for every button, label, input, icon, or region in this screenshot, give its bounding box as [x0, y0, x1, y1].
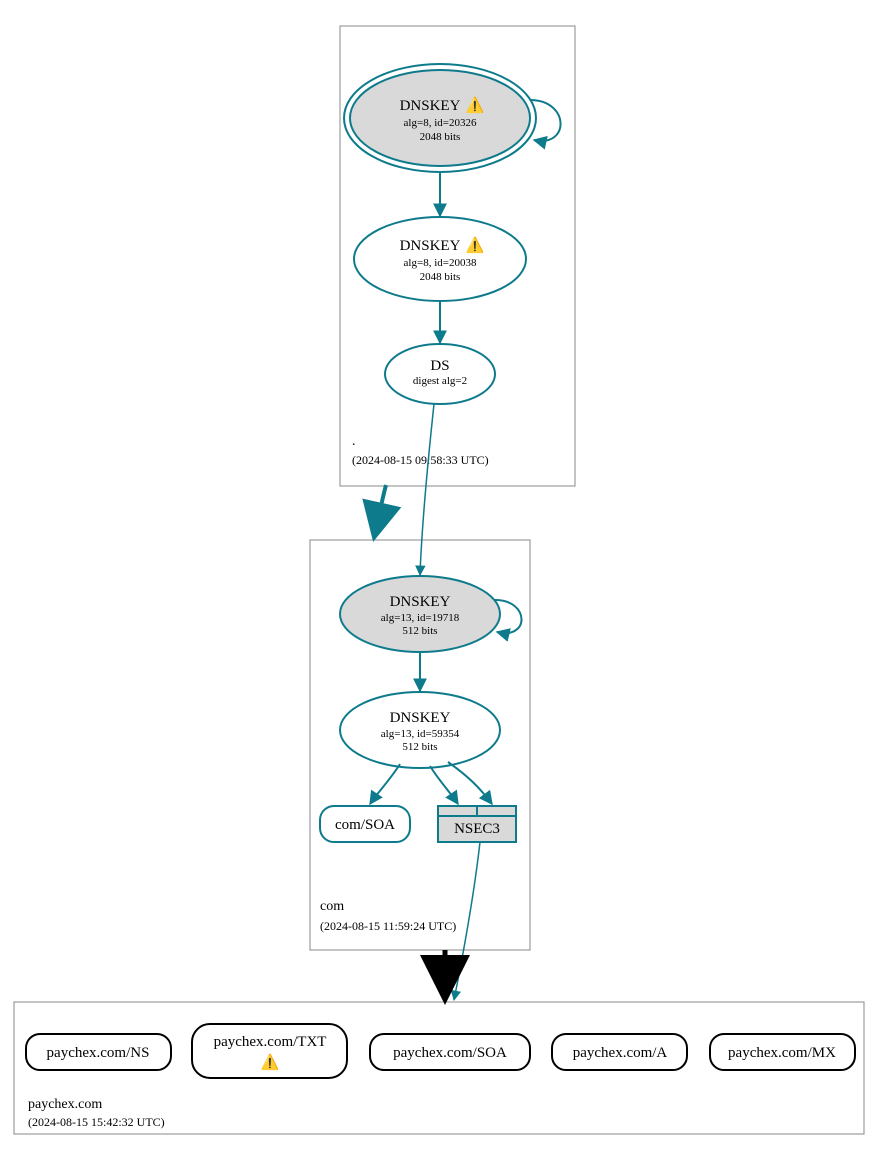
root-zone-time: (2024-08-15 09:58:33 UTC) [352, 453, 489, 467]
root-ds-alg: digest alg=2 [413, 375, 467, 387]
leaf-zone-label: paychex.com [28, 1097, 102, 1112]
edge-com-zsk-soa [370, 764, 400, 804]
edge-nsec3-to-leaf [454, 842, 480, 1000]
com-soa-title: com/SOA [335, 817, 395, 833]
edge-ds-to-com-ksk [420, 404, 434, 575]
leaf-mx-node: paychex.com/MX [710, 1034, 855, 1070]
leaf-txt-title: paychex.com/TXT [214, 1034, 327, 1050]
root-ksk-title: DNSKEY [400, 98, 461, 114]
zone-root: DNSKEY ⚠️ alg=8, id=20326 2048 bits DNSK… [340, 26, 575, 486]
edge-com-zsk-nsec3-1 [430, 766, 458, 804]
com-zsk-alg: alg=13, id=59354 [381, 728, 460, 740]
com-zsk-bits: 512 bits [402, 741, 437, 753]
leaf-txt-node: paychex.com/TXT ⚠️ [192, 1024, 347, 1078]
root-zsk-bits: 2048 bits [420, 271, 461, 283]
com-zsk-title: DNSKEY [390, 710, 451, 726]
root-ds-node: DS digest alg=2 [385, 344, 495, 404]
edge-root-to-com-zone [374, 485, 386, 538]
root-zsk-title: DNSKEY [400, 238, 461, 254]
leaf-a-node: paychex.com/A [552, 1034, 687, 1070]
leaf-mx-title: paychex.com/MX [728, 1045, 836, 1061]
warning-icon: ⚠️ [261, 1053, 280, 1071]
root-zsk-node: DNSKEY ⚠️ alg=8, id=20038 2048 bits [354, 217, 526, 301]
root-ksk-node: DNSKEY ⚠️ alg=8, id=20326 2048 bits [344, 64, 536, 172]
com-zone-label: com [320, 899, 344, 914]
root-ksk-alg: alg=8, id=20326 [404, 117, 477, 129]
root-zsk-alg: alg=8, id=20038 [404, 257, 477, 269]
warning-icon: ⚠️ [466, 236, 485, 254]
com-zone-time: (2024-08-15 11:59:24 UTC) [320, 919, 456, 933]
root-ds-title: DS [430, 358, 449, 374]
leaf-ns-title: paychex.com/NS [47, 1045, 150, 1061]
com-ksk-bits: 512 bits [402, 625, 437, 637]
com-ksk-node: DNSKEY alg=13, id=19718 512 bits [340, 576, 500, 652]
zone-com: DNSKEY alg=13, id=19718 512 bits DNSKEY … [310, 540, 530, 950]
com-nsec3-node: NSEC3 [438, 806, 516, 842]
leaf-soa-title: paychex.com/SOA [393, 1045, 507, 1061]
com-soa-node: com/SOA [320, 806, 410, 842]
com-nsec3-title: NSEC3 [454, 821, 500, 837]
leaf-zone-time: (2024-08-15 15:42:32 UTC) [28, 1115, 165, 1129]
zone-leaf: paychex.com/NS paychex.com/TXT ⚠️ payche… [14, 1002, 864, 1134]
leaf-soa-node: paychex.com/SOA [370, 1034, 530, 1070]
leaf-a-title: paychex.com/A [573, 1045, 668, 1061]
com-zsk-node: DNSKEY alg=13, id=59354 512 bits [340, 692, 500, 768]
root-ksk-bits: 2048 bits [420, 131, 461, 143]
root-zone-label: . [352, 434, 356, 449]
com-ksk-title: DNSKEY [390, 594, 451, 610]
dnssec-chain-diagram: DNSKEY ⚠️ alg=8, id=20326 2048 bits DNSK… [0, 0, 877, 1149]
com-ksk-alg: alg=13, id=19718 [381, 612, 460, 624]
warning-icon: ⚠️ [466, 96, 485, 114]
leaf-ns-node: paychex.com/NS [26, 1034, 171, 1070]
